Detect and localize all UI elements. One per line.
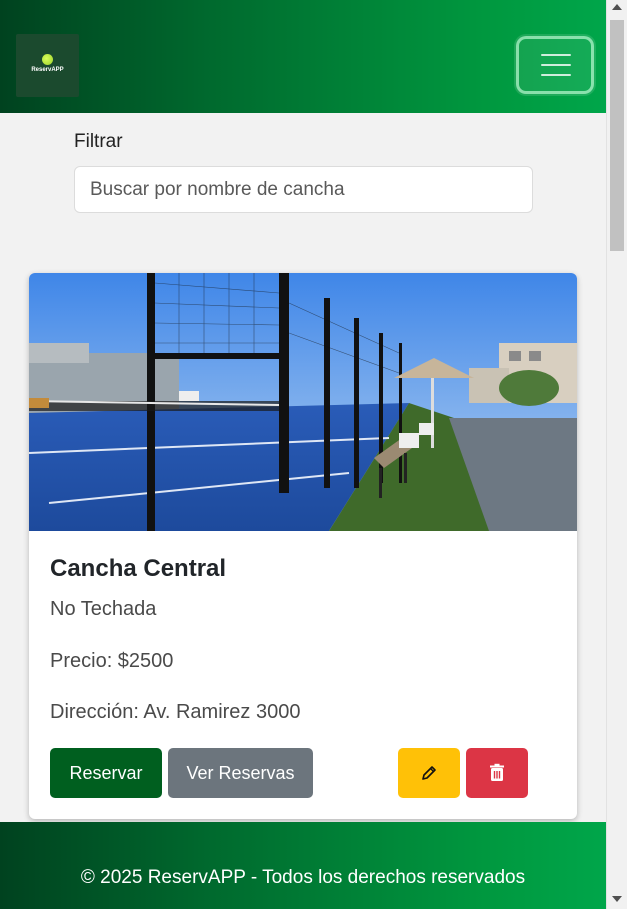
view-reservations-button[interactable]: Ver Reservas: [168, 748, 313, 798]
footer-text: © 2025 ReservAPP - Todos los derechos re…: [80, 867, 526, 888]
search-input[interactable]: [74, 166, 533, 213]
scroll-up-arrow-icon[interactable]: [612, 4, 622, 10]
court-card: Cancha Central No Techada Precio: $2500 …: [29, 273, 577, 819]
vertical-scrollbar[interactable]: [606, 0, 627, 909]
court-address: Dirección: Av. Ramirez 3000: [50, 701, 301, 723]
trash-icon: [490, 763, 504, 781]
filter-label: Filtrar: [74, 131, 123, 152]
footer: © 2025 ReservAPP - Todos los derechos re…: [0, 822, 606, 909]
pencil-icon: [422, 766, 436, 780]
hamburger-icon: [541, 54, 571, 56]
court-type: No Techada: [50, 598, 157, 620]
logo-text: ReservAPP: [31, 67, 64, 73]
court-title: Cancha Central: [50, 555, 227, 582]
reserve-button[interactable]: Reservar: [50, 748, 162, 798]
hamburger-line: [541, 74, 571, 76]
navbar: ReservAPP: [0, 0, 606, 113]
edit-button[interactable]: [398, 748, 460, 798]
tennis-ball-icon: [42, 54, 53, 65]
court-image: [29, 273, 577, 531]
scroll-down-arrow-icon[interactable]: [612, 896, 622, 902]
scrollbar-thumb[interactable]: [610, 20, 624, 251]
brand-logo[interactable]: ReservAPP: [16, 34, 79, 97]
court-price: Precio: $2500: [50, 650, 174, 672]
navbar-toggler-button[interactable]: [516, 36, 594, 94]
page-viewport: ReservAPP Filtrar Buscar por nombre de c…: [0, 0, 606, 909]
delete-button[interactable]: [466, 748, 528, 798]
hamburger-line: [541, 64, 571, 66]
